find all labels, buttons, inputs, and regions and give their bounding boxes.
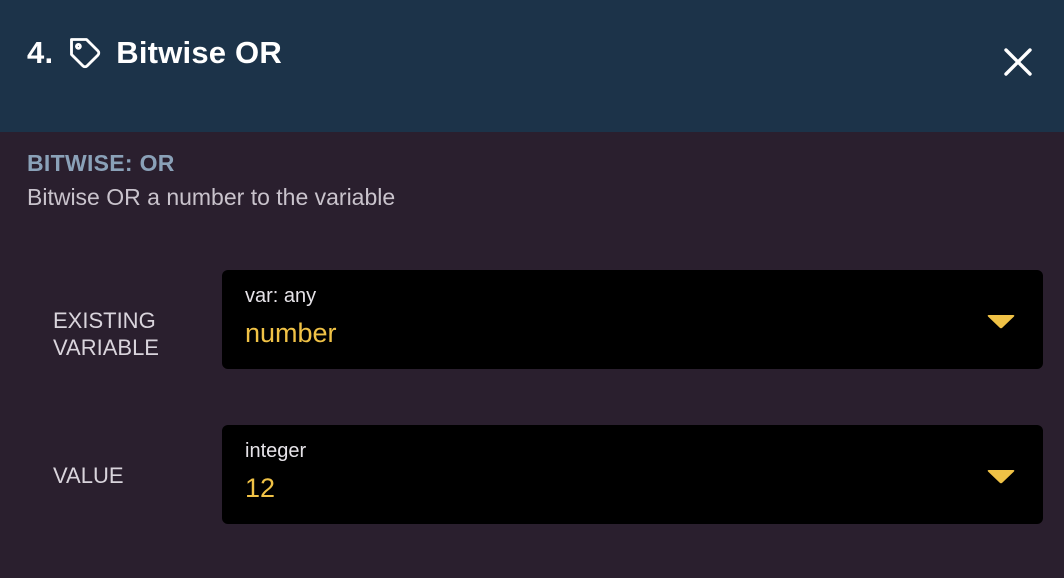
section-description-block: BITWISE: OR Bitwise OR a number to the v… — [27, 150, 395, 210]
field-value: 12 — [245, 473, 276, 503]
field-value: number — [245, 318, 337, 348]
modal-title: 4. Bitwise OR — [27, 32, 282, 74]
chevron-down-icon — [987, 470, 1015, 484]
field-type: var: any — [245, 285, 317, 307]
step-number: 4. — [27, 35, 54, 70]
title-text: Bitwise OR — [116, 35, 282, 70]
chevron-down-icon — [987, 315, 1015, 329]
value-select[interactable]: integer 12 — [222, 425, 1043, 524]
close-icon[interactable] — [1000, 44, 1036, 80]
tag-icon — [67, 35, 103, 71]
existing-variable-label: EXISTING VARIABLE — [53, 308, 159, 360]
existing-variable-select[interactable]: var: any number — [222, 270, 1043, 369]
modal-header: 4. Bitwise OR — [0, 0, 1064, 132]
field-type: integer — [245, 440, 307, 462]
section-title: BITWISE: OR — [27, 150, 175, 176]
value-label: VALUE — [53, 463, 124, 488]
section-description: Bitwise OR a number to the variable — [27, 184, 396, 210]
